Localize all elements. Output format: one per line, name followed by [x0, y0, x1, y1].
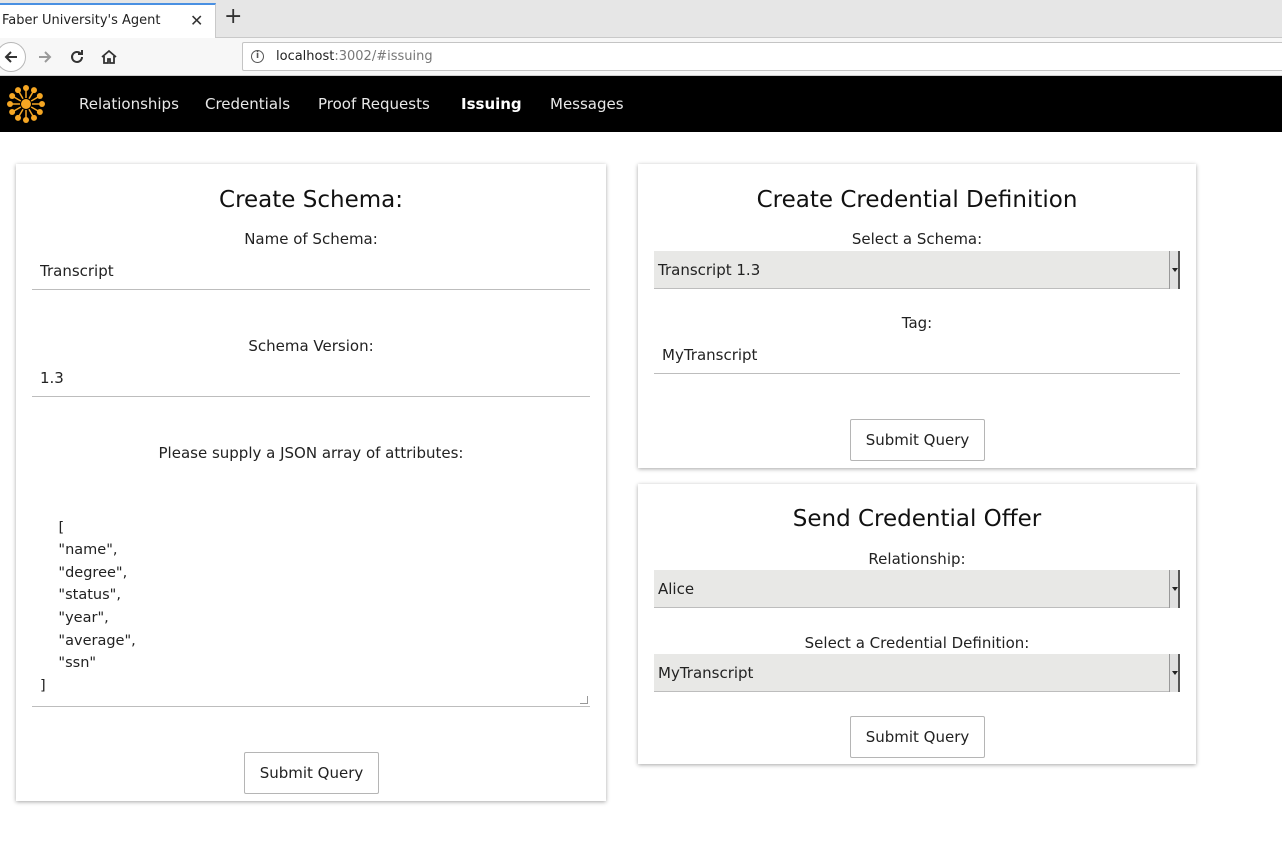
schema-name-input[interactable]	[32, 252, 590, 290]
attributes-textarea[interactable]: [ "name", "degree", "status", "year", "a…	[32, 480, 590, 707]
relationship-select[interactable]: Alice	[654, 570, 1180, 608]
send-offer-card: Send Credential Offer Relationship: Alic…	[638, 484, 1196, 764]
chevron-down-icon	[1169, 251, 1180, 289]
tag-input[interactable]	[654, 336, 1180, 374]
create-schema-card: Create Schema: Name of Schema: Schema Ve…	[16, 164, 606, 801]
create-cred-def-submit-button[interactable]: Submit Query	[850, 419, 985, 461]
back-arrow-icon[interactable]	[0, 42, 26, 72]
cred-def-select-value: MyTranscript	[658, 664, 754, 682]
browser-tab[interactable]: Faber University's Agent ✕	[0, 3, 216, 38]
forward-arrow-icon[interactable]	[30, 42, 60, 72]
schema-select[interactable]: Transcript 1.3	[654, 251, 1180, 289]
info-icon[interactable]: i	[251, 50, 264, 63]
attributes-label: Please supply a JSON array of attributes…	[158, 444, 464, 462]
reload-icon[interactable]	[62, 42, 92, 72]
send-offer-submit-button[interactable]: Submit Query	[850, 716, 985, 758]
nav-item-proof-requests[interactable]: Proof Requests	[318, 95, 430, 113]
create-cred-def-title: Create Credential Definition	[756, 187, 1078, 213]
relationship-label: Relationship:	[868, 550, 966, 568]
schema-version-input[interactable]	[32, 359, 590, 397]
close-icon[interactable]: ✕	[190, 11, 203, 30]
schema-name-label: Name of Schema:	[244, 230, 378, 248]
nav-item-issuing[interactable]: Issuing	[461, 95, 522, 113]
cred-def-label: Select a Credential Definition:	[804, 634, 1030, 652]
send-offer-title: Send Credential Offer	[792, 506, 1042, 532]
attributes-text: [ "name", "degree", "status", "year", "a…	[40, 519, 136, 694]
nav-item-credentials[interactable]: Credentials	[205, 95, 290, 113]
tag-label: Tag:	[901, 314, 933, 332]
cred-def-select[interactable]: MyTranscript	[654, 654, 1180, 692]
resize-grip-icon[interactable]	[580, 696, 588, 704]
nav-item-relationships[interactable]: Relationships	[79, 95, 179, 113]
schema-select-value: Transcript 1.3	[658, 261, 761, 279]
create-schema-submit-button[interactable]: Submit Query	[244, 752, 379, 794]
schema-version-label: Schema Version:	[248, 337, 374, 355]
relationship-select-value: Alice	[658, 580, 695, 598]
url-text: localhost:3002/#issuing	[276, 49, 433, 64]
new-tab-icon[interactable]: +	[224, 6, 242, 28]
browser-toolbar: i localhost:3002/#issuing	[0, 38, 1282, 76]
chevron-down-icon	[1169, 570, 1180, 608]
tab-title: Faber University's Agent	[2, 13, 161, 28]
url-bar[interactable]: i localhost:3002/#issuing	[242, 42, 1282, 71]
create-cred-def-card: Create Credential Definition Select a Sc…	[638, 164, 1196, 468]
nav-item-messages[interactable]: Messages	[550, 95, 624, 113]
select-schema-label: Select a Schema:	[851, 230, 983, 248]
chevron-down-icon	[1169, 654, 1180, 692]
create-schema-title: Create Schema:	[219, 187, 403, 213]
browser-tab-bar: Faber University's Agent ✕ +	[0, 0, 1282, 38]
logo-icon[interactable]	[6, 84, 46, 124]
app-navbar	[0, 76, 1282, 132]
home-icon[interactable]	[94, 42, 124, 72]
